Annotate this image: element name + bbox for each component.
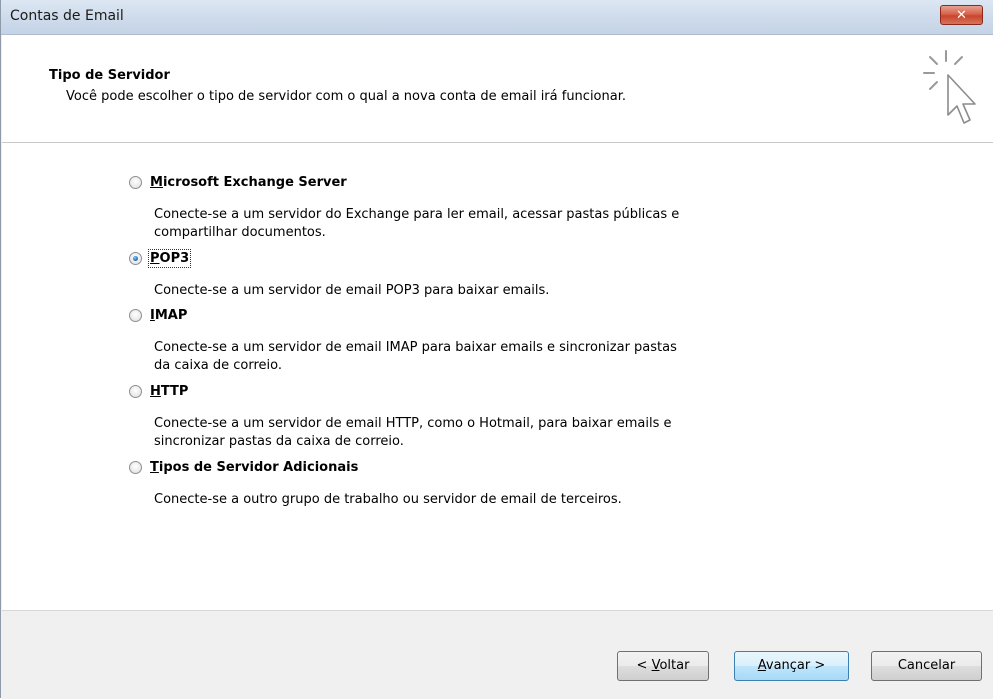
option-label: Tipos de Servidor Adicionais: [150, 460, 359, 475]
radio-http[interactable]: [129, 385, 142, 398]
option-description: Conecte-se a um servidor de email IMAP p…: [154, 340, 677, 373]
cancel-button[interactable]: Cancelar: [871, 651, 982, 681]
title-bar[interactable]: Contas de Email ✕: [1, 0, 993, 35]
option-additional-server-types[interactable]: Tipos de Servidor Adicionais: [129, 460, 358, 475]
option-exchange[interactable]: Microsoft Exchange Server: [129, 175, 347, 190]
window-title: Contas de Email: [10, 8, 124, 24]
option-http[interactable]: HTTP: [129, 384, 188, 399]
close-icon: ✕: [956, 8, 967, 23]
radio-imap[interactable]: [129, 309, 142, 322]
close-button[interactable]: ✕: [940, 5, 983, 25]
page-title: Tipo de Servidor: [49, 68, 170, 83]
radio-additional-server-types[interactable]: [129, 461, 142, 474]
option-description: Conecte-se a um servidor de email POP3 p…: [154, 283, 550, 298]
back-button[interactable]: < Voltar: [617, 651, 709, 681]
option-description: Conecte-se a um servidor do Exchange par…: [154, 207, 680, 240]
option-label: HTTP: [150, 384, 189, 399]
option-label: IMAP: [150, 308, 188, 323]
wizard-header: Tipo de Servidor Você pode escolher o ti…: [2, 35, 993, 143]
radio-pop3[interactable]: [129, 252, 142, 265]
wizard-cursor-icon: [923, 50, 976, 124]
radio-exchange[interactable]: [129, 176, 142, 189]
server-type-options: Microsoft Exchange Server Conecte-se a u…: [2, 143, 993, 610]
option-imap[interactable]: IMAP: [129, 308, 187, 323]
option-description: Conecte-se a um servidor de email HTTP, …: [154, 416, 672, 449]
option-label: Microsoft Exchange Server: [150, 175, 347, 190]
next-button[interactable]: Avançar >: [734, 651, 849, 681]
option-label: POP3: [147, 249, 192, 268]
option-pop3[interactable]: POP3: [129, 249, 192, 268]
page-description: Você pode escolher o tipo de servidor co…: [66, 89, 627, 104]
option-description: Conecte-se a outro grupo de trabalho ou …: [154, 492, 622, 507]
dialog-window: Contas de Email ✕ Tipo de Servidor Você …: [0, 0, 993, 699]
